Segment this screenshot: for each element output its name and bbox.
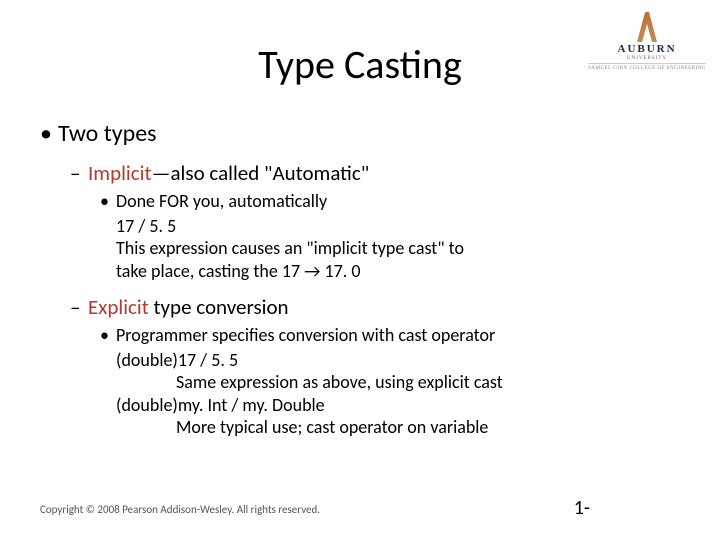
explicit-line3: Same expression as above, using explicit… xyxy=(176,371,680,394)
logo-name: AUBURN xyxy=(588,44,706,56)
explicit-term: Explicit xyxy=(88,294,149,320)
explicit-rest: type conversion xyxy=(149,294,289,320)
implicit-line3: This expression causes an "implicit type… xyxy=(116,237,680,260)
page-number: 1- xyxy=(574,496,590,520)
logo-college: SAMUEL GINN COLLEGE OF ENGINEERING xyxy=(588,63,706,71)
implicit-sub-lead: Done FOR you, automatically xyxy=(100,190,680,213)
logo-tower-icon xyxy=(637,12,657,42)
explicit-line2: (double)17 / 5. 5 xyxy=(116,349,680,372)
implicit-line2: 17 / 5. 5 xyxy=(116,215,680,238)
explicit-line4: (double)my. Int / my. Double xyxy=(116,394,680,417)
slide-title: Type Casting xyxy=(40,40,680,89)
explicit-sub-lead: Programmer specifies conversion with cas… xyxy=(100,324,680,347)
copyright: Copyright © 2008 Pearson Addison-Wesley.… xyxy=(40,503,320,516)
bullet-implicit: Implicit—also called "Automatic" xyxy=(70,160,680,186)
bullet-explicit: Explicit type conversion xyxy=(70,294,680,320)
implicit-line4: take place, casting the 17 → 17. 0 xyxy=(116,260,680,283)
implicit-rest: —also called "Automatic" xyxy=(151,160,369,186)
logo-university: UNIVERSITY xyxy=(588,56,706,61)
slide: AUBURN UNIVERSITY SAMUEL GINN COLLEGE OF… xyxy=(0,0,720,540)
explicit-line5: More typical use; cast operator on varia… xyxy=(176,416,680,439)
bullet-two-types: Two types xyxy=(40,119,680,148)
auburn-logo: AUBURN UNIVERSITY SAMUEL GINN COLLEGE OF… xyxy=(588,12,706,71)
implicit-term: Implicit xyxy=(88,160,151,186)
